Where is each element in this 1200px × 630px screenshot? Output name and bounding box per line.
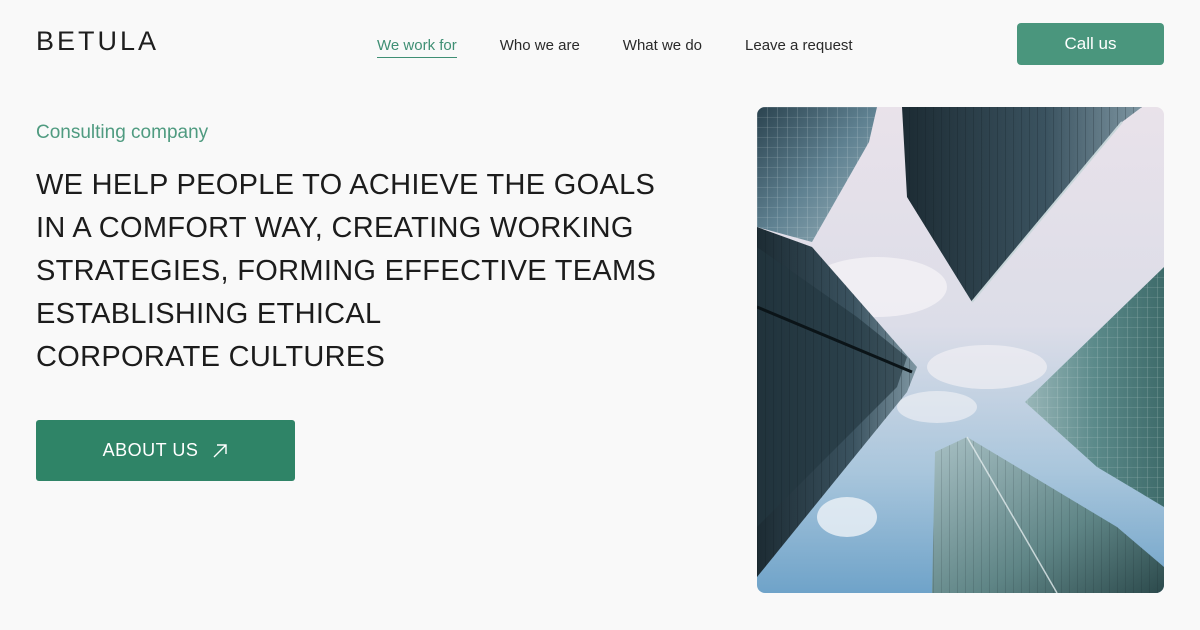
arrow-up-right-icon (212, 443, 228, 459)
hero-eyebrow: Consulting company (36, 122, 209, 143)
brand-logo[interactable]: BETULA (36, 26, 159, 57)
nav-item-who-we-are[interactable]: Who we are (500, 37, 580, 58)
nav-item-leave-a-request[interactable]: Leave a request (745, 37, 853, 58)
hero-image (757, 107, 1164, 593)
nav-item-what-we-do[interactable]: What we do (623, 37, 702, 58)
headline-line: STRATEGIES, FORMING EFFECTIVE TEAMS (36, 255, 657, 287)
headline-line: CORPORATE CULTURES (36, 341, 386, 373)
skyscrapers-image (757, 107, 1164, 593)
headline-line: WE HELP PEOPLE TO ACHIEVE THE GOALS (36, 169, 656, 201)
nav-item-we-work-for[interactable]: We work for (377, 37, 457, 58)
about-us-label: ABOUT US (102, 440, 199, 460)
main-nav: We work for Who we are What we do Leave … (377, 37, 896, 58)
call-us-button[interactable]: Call us (1017, 23, 1164, 65)
headline-line: IN A COMFORT WAY, CREATING WORKING (36, 212, 634, 244)
hero-headline: WE HELP PEOPLE TO ACHIEVE THE GOALS IN A… (36, 164, 716, 379)
headline-line: ESTABLISHING ETHICAL (36, 298, 382, 330)
about-us-button[interactable]: ABOUT US (36, 420, 295, 481)
